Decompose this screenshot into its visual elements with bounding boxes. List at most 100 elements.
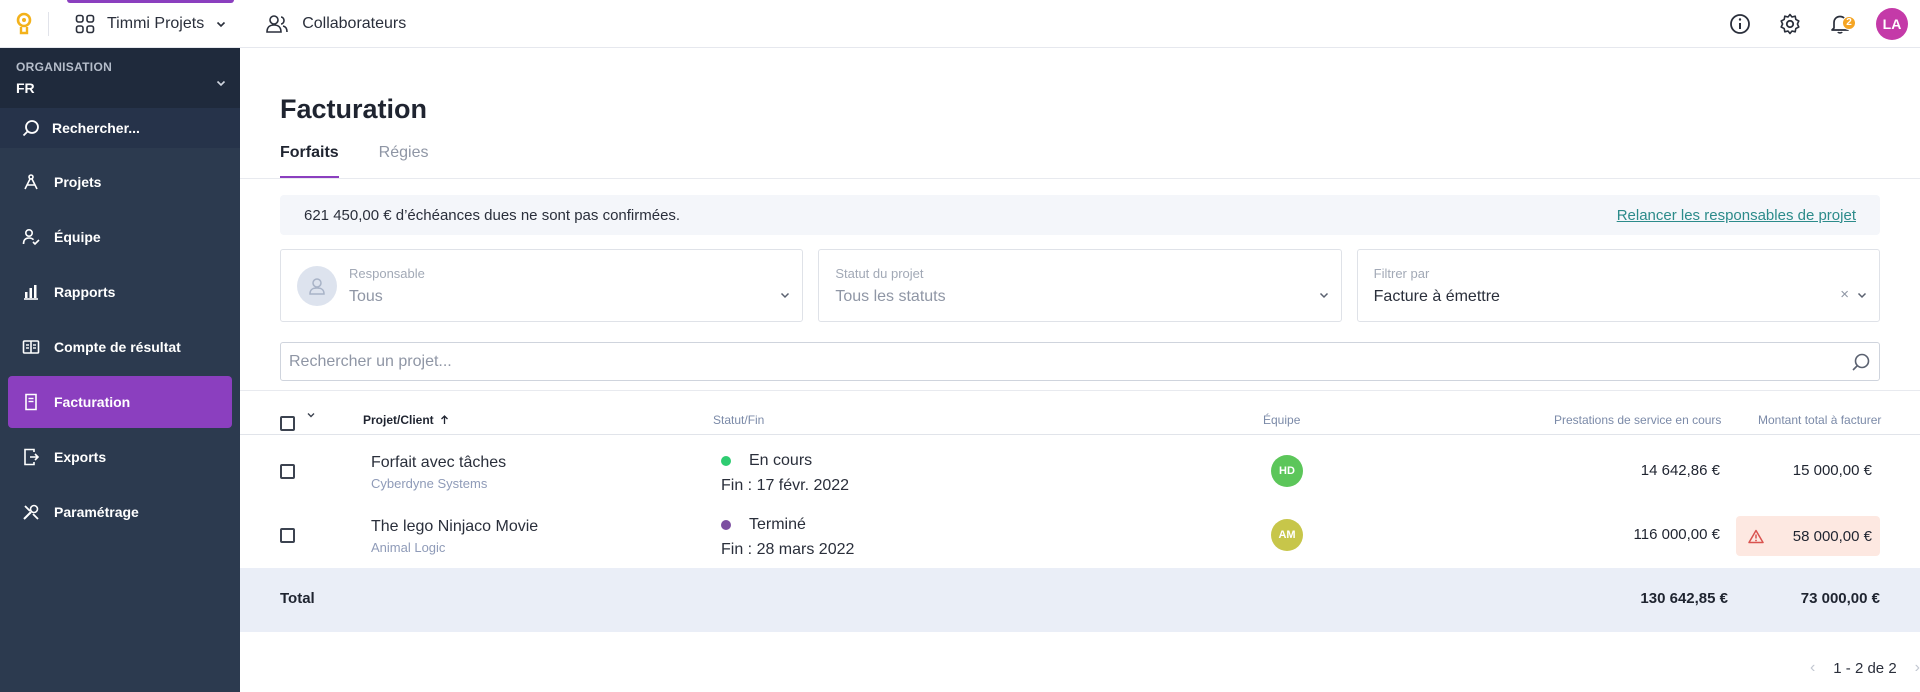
status-filter-label: Statut du projet	[835, 265, 924, 281]
sidebar-item-label: Paramétrage	[54, 504, 139, 520]
sidebar: ORGANISATION FR Rechercher... Projets Éq…	[0, 48, 240, 692]
column-projet-label: Projet/Client	[363, 413, 434, 427]
project-status-filter[interactable]: Statut du projet Tous les statuts	[818, 249, 1342, 322]
montant-value: 58 000,00 €	[1792, 527, 1872, 545]
responsable-label: Responsable	[349, 265, 425, 281]
notification-count-badge: 2	[1842, 15, 1856, 30]
collaborators-link[interactable]: Collaborateurs	[266, 14, 406, 34]
column-statut-fin[interactable]: Statut/Fin	[713, 413, 764, 427]
gear-icon	[1780, 13, 1800, 34]
app-switch-label: Timmi Projets	[107, 14, 205, 32]
sidebar-item-equipe[interactable]: Équipe	[8, 211, 232, 263]
sidebar-item-projets[interactable]: Projets	[8, 156, 232, 208]
chevron-down-icon	[781, 292, 790, 299]
chevron-down-icon[interactable]	[306, 410, 316, 420]
export-icon	[24, 448, 40, 466]
end-date: Fin : 28 mars 2022	[721, 541, 855, 558]
sort-ascending-icon	[440, 415, 448, 424]
status-dot-icon	[721, 520, 731, 530]
settings-button[interactable]	[1776, 10, 1804, 38]
chevron-down-icon	[1857, 292, 1867, 299]
users-icon	[266, 14, 288, 33]
remind-managers-link[interactable]: Relancer les responsables de projet	[1617, 207, 1856, 224]
info-button[interactable]	[1726, 10, 1754, 38]
tabs-divider	[240, 178, 1920, 179]
sidebar-item-rapports[interactable]: Rapports	[8, 266, 232, 318]
search-icon	[22, 120, 39, 137]
tab-forfaits[interactable]: Forfaits	[280, 144, 339, 179]
clear-icon[interactable]: ×	[1840, 286, 1849, 303]
pagination: ‹ 1 - 2 de 2 ›	[1810, 659, 1920, 677]
sidebar-search[interactable]: Rechercher...	[0, 108, 240, 148]
sidebar-nav: Projets Équipe Rapports Compte de résult…	[0, 148, 240, 549]
page-title: Facturation	[280, 94, 428, 124]
filter-by-label: Filtrer par	[1373, 265, 1430, 281]
sidebar-item-label: Rapports	[54, 284, 116, 300]
organisation-label: ORGANISATION	[16, 60, 113, 74]
unconfirmed-alert: 621 450,00 € d’échéances dues ne sont pa…	[280, 195, 1880, 235]
tools-icon	[23, 504, 39, 520]
total-label: Total	[280, 590, 315, 607]
column-prestations[interactable]: Prestations de service en cours	[1554, 413, 1721, 427]
status-filter-value: Tous les statuts	[835, 287, 946, 305]
amount-warning[interactable]: 58 000,00 €	[1736, 516, 1880, 556]
status-dot-icon	[721, 456, 731, 466]
chevron-right-icon[interactable]: ›	[1915, 659, 1920, 677]
user-placeholder-icon	[297, 265, 337, 306]
tab-regies[interactable]: Régies	[379, 144, 429, 179]
project-name[interactable]: Forfait avec tâches	[371, 454, 506, 472]
table-header: Projet/Client Statut/Fin Équipe Prestati…	[240, 404, 1920, 435]
status: En cours	[721, 452, 849, 470]
status-label: Terminé	[749, 516, 806, 533]
filters: Responsable Tous Statut du projet Tous l…	[280, 249, 1880, 322]
team-avatar[interactable]: AM	[1271, 519, 1303, 551]
responsable-filter[interactable]: Responsable Tous	[280, 249, 804, 322]
table-row[interactable]: Forfait avec tâches Cyberdyne Systems En…	[240, 440, 1920, 504]
ledger-icon	[22, 340, 40, 354]
apps-grid-icon	[75, 14, 95, 33]
sidebar-item-facturation[interactable]: Facturation	[8, 376, 232, 428]
app-switcher[interactable]: Timmi Projets	[67, 0, 235, 48]
column-projet-client[interactable]: Projet/Client	[363, 413, 449, 427]
chevron-down-icon	[1319, 292, 1328, 299]
total-prestations: 130 642,85 €	[1640, 590, 1728, 607]
bar-chart-icon	[24, 285, 38, 300]
collaborators-label: Collaborateurs	[302, 14, 407, 32]
project-search-input[interactable]: Rechercher un projet...	[280, 342, 1880, 381]
total-montant: 73 000,00 €	[1800, 590, 1880, 607]
sidebar-item-exports[interactable]: Exports	[8, 431, 232, 483]
sidebar-item-label: Compte de résultat	[54, 339, 181, 355]
invoice-icon	[25, 393, 37, 411]
team-avatar[interactable]: HD	[1271, 455, 1303, 487]
table-row[interactable]: The lego Ninjaco Movie Animal Logic Term…	[240, 504, 1920, 568]
filter-by-value: Facture à émettre	[1373, 287, 1500, 305]
top-bar: Timmi Projets Collaborateurs 2 LA	[0, 0, 1920, 48]
column-montant[interactable]: Montant total à facturer	[1758, 413, 1881, 427]
divider	[48, 11, 49, 36]
sidebar-item-label: Équipe	[54, 229, 101, 245]
sidebar-item-compte-de-resultat[interactable]: Compte de résultat	[8, 321, 232, 373]
select-all-checkbox[interactable]	[280, 416, 295, 431]
main-content: Facturation Forfaits Régies 621 450,00 €…	[240, 48, 1920, 692]
app-logo[interactable]	[0, 0, 48, 48]
chevron-left-icon[interactable]: ‹	[1810, 659, 1815, 677]
filter-by-select[interactable]: Filtrer par Facture à émettre ×	[1356, 249, 1880, 322]
sidebar-item-label: Projets	[54, 174, 102, 190]
project-name[interactable]: The lego Ninjaco Movie	[371, 518, 538, 536]
row-checkbox[interactable]	[280, 528, 295, 543]
column-equipe[interactable]: Équipe	[1263, 413, 1300, 427]
organisation-value: FR	[16, 80, 35, 96]
end-date: Fin : 17 févr. 2022	[721, 477, 850, 494]
user-avatar[interactable]: LA	[1876, 7, 1908, 40]
info-icon	[1730, 13, 1750, 34]
notifications-button[interactable]: 2	[1826, 10, 1856, 38]
responsable-value: Tous	[349, 287, 383, 305]
organisation-selector[interactable]: ORGANISATION FR	[0, 48, 240, 108]
montant-value: 15 000,00 €	[1792, 462, 1872, 479]
status-label: En cours	[749, 452, 813, 469]
sidebar-item-parametrage[interactable]: Paramétrage	[8, 486, 232, 538]
row-checkbox[interactable]	[280, 464, 295, 479]
tabs: Forfaits Régies	[280, 144, 428, 179]
lightbulb-logo-icon	[16, 12, 32, 34]
prestations-value: 116 000,00 €	[1633, 526, 1720, 543]
